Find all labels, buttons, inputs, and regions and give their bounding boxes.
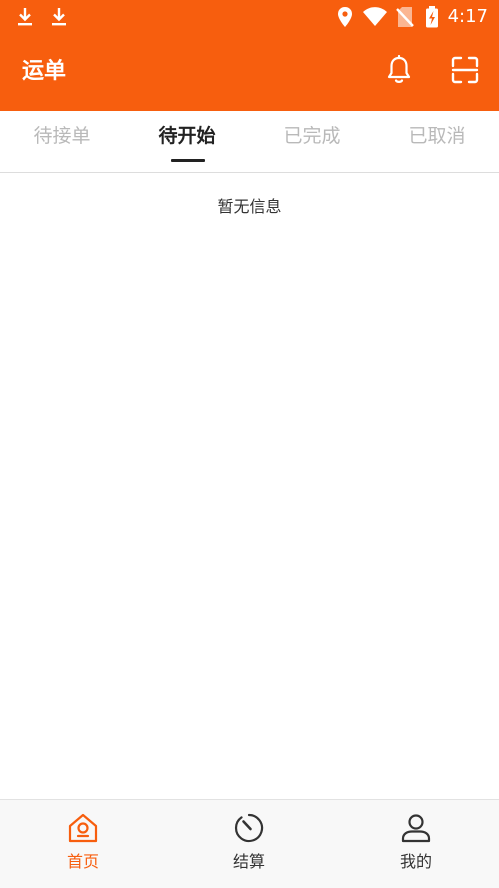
nav-label: 我的 bbox=[399, 852, 432, 871]
tab-label: 待开始 bbox=[158, 125, 216, 147]
location-icon bbox=[336, 6, 354, 32]
tab-label: 已完成 bbox=[283, 125, 341, 147]
header: 4:17 运单 bbox=[0, 0, 499, 111]
nav-label: 首页 bbox=[66, 852, 99, 871]
bottom-nav: 首页 结算 我的 bbox=[0, 799, 499, 888]
nav-profile[interactable]: 我的 bbox=[333, 800, 499, 888]
tab-label: 已取消 bbox=[408, 125, 466, 147]
scan-icon bbox=[451, 56, 479, 88]
battery-charging-icon bbox=[424, 6, 440, 32]
page-title: 运单 bbox=[22, 59, 67, 84]
nav-label: 结算 bbox=[232, 852, 265, 871]
wifi-icon bbox=[362, 6, 388, 32]
timer-icon bbox=[233, 812, 265, 844]
active-tab-indicator bbox=[171, 159, 205, 162]
download-icon bbox=[16, 6, 34, 32]
tab-completed[interactable]: 已完成 bbox=[250, 111, 374, 172]
status-bar: 4:17 bbox=[0, 0, 499, 34]
scan-button[interactable] bbox=[449, 56, 481, 88]
tab-pending-accept[interactable]: 待接单 bbox=[0, 111, 124, 172]
notification-button[interactable] bbox=[383, 54, 415, 89]
tab-label: 待接单 bbox=[33, 125, 91, 147]
app-screen: 4:17 运单 待接单 待开始 已完成 已取消 暂无信息 首页 结算 我的 bbox=[0, 0, 499, 888]
nav-home[interactable]: 首页 bbox=[0, 800, 166, 888]
empty-message: 暂无信息 bbox=[217, 197, 282, 216]
home-icon bbox=[67, 812, 99, 844]
tab-cancelled[interactable]: 已取消 bbox=[375, 111, 499, 172]
bell-icon bbox=[386, 54, 412, 89]
download-icon bbox=[50, 6, 68, 32]
title-bar: 运单 bbox=[0, 34, 499, 111]
tab-pending-start[interactable]: 待开始 bbox=[125, 111, 249, 172]
no-sim-icon bbox=[396, 6, 414, 32]
order-tabs: 待接单 待开始 已完成 已取消 bbox=[0, 111, 499, 173]
status-time: 4:17 bbox=[447, 6, 488, 27]
user-icon bbox=[400, 812, 432, 844]
nav-settlement[interactable]: 结算 bbox=[166, 800, 332, 888]
